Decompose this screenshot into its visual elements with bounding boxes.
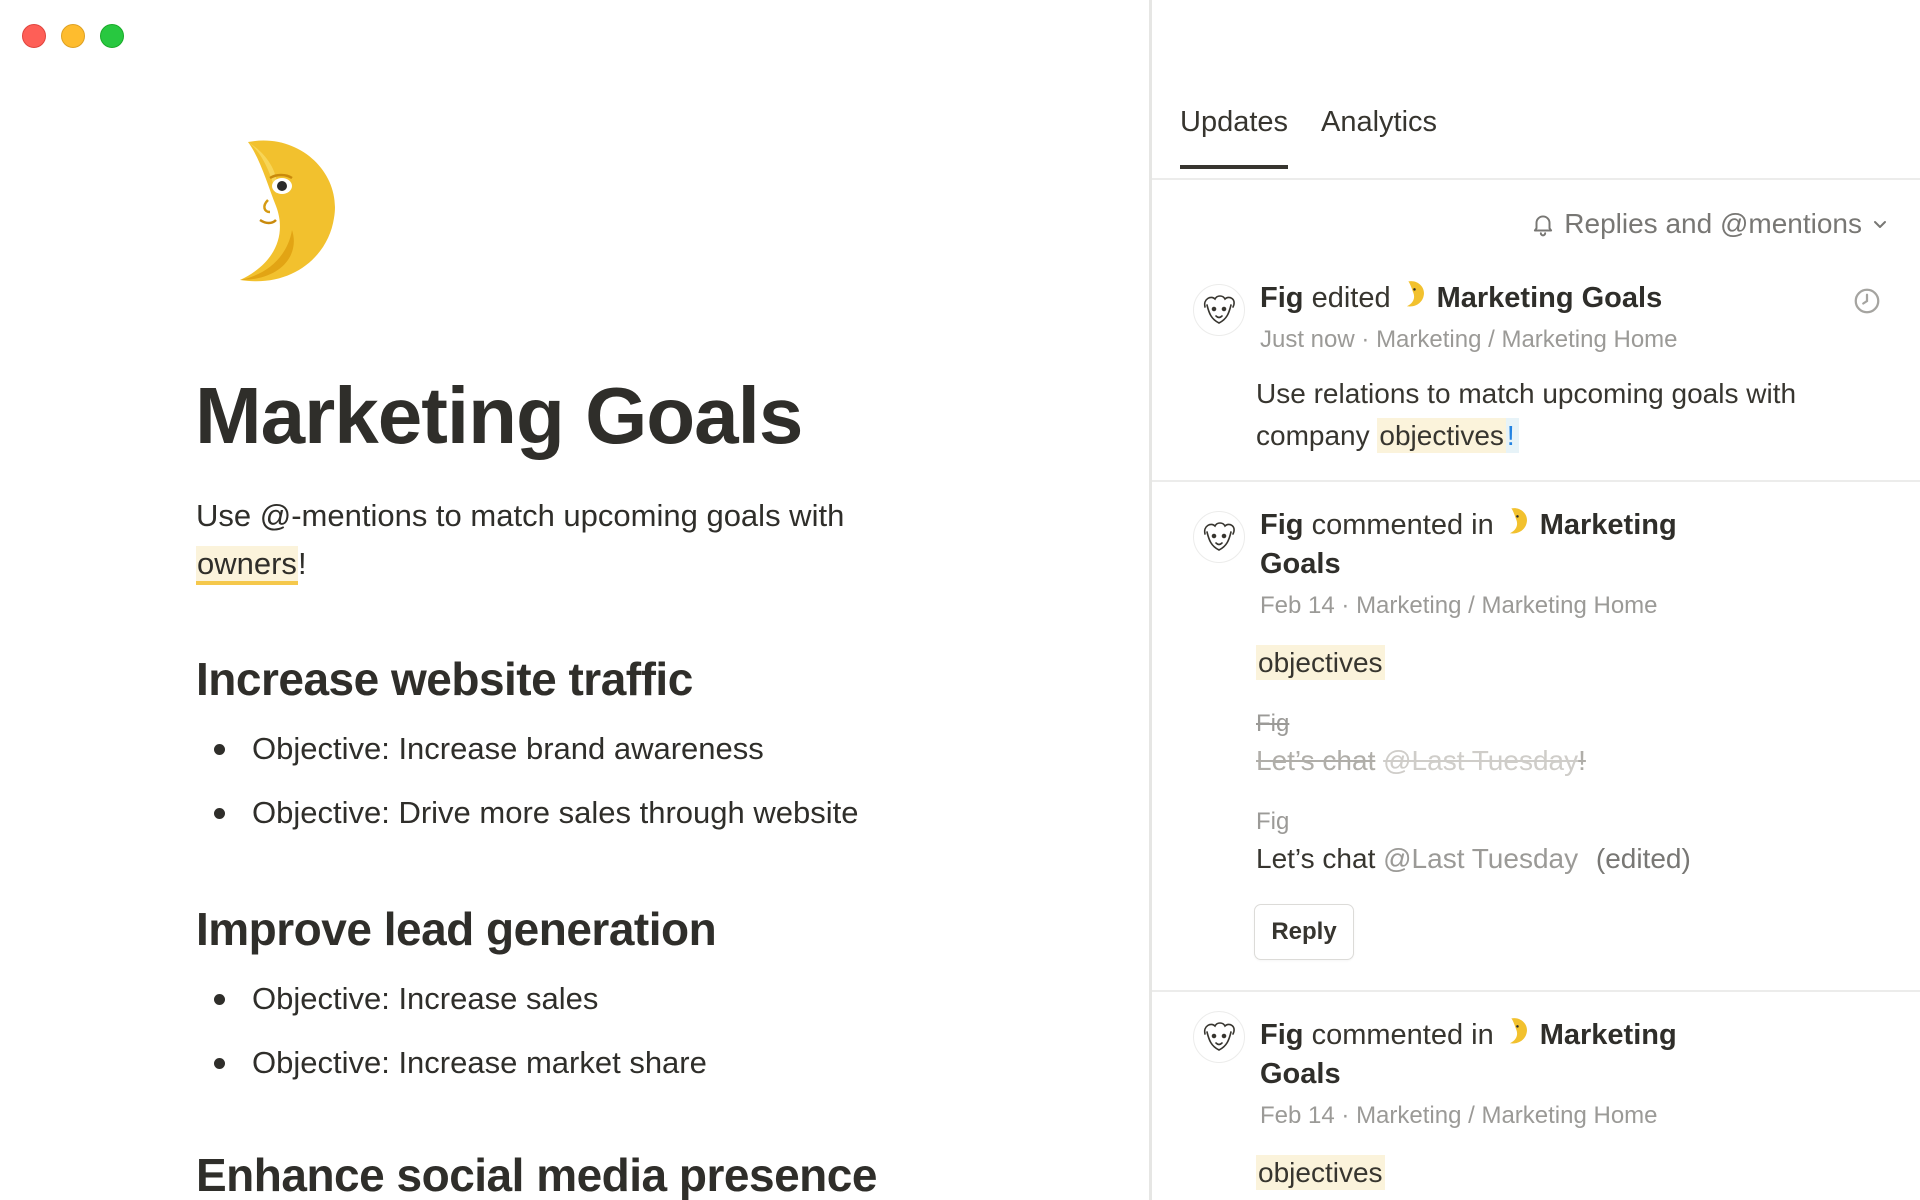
update-item[interactable]: Fig commented in Marketing Goals Feb 14 ·… <box>1152 482 1920 992</box>
bullet-list: Objective: Increase brand awareness Obje… <box>196 717 858 845</box>
avatar[interactable] <box>1193 284 1245 336</box>
breadcrumb-separator: / <box>1468 1102 1475 1129</box>
date-mention[interactable]: @Last Tuesday <box>1383 843 1578 874</box>
quoted-highlight[interactable]: objectives <box>1256 645 1385 680</box>
comment-author[interactable]: Fig <box>1256 808 1289 836</box>
breadcrumb-link[interactable]: Marketing Home <box>1481 592 1657 619</box>
update-action: commented in <box>1311 1019 1494 1051</box>
avatar[interactable] <box>1193 511 1245 563</box>
panel-tabs: Updates Analytics <box>1180 106 1437 169</box>
old-comment-end: ! <box>1578 745 1586 776</box>
intro-text: Use @-mentions to match upcoming goals w… <box>196 498 845 533</box>
page-content: Marketing Goals Use @-mentions to match … <box>0 0 1149 1200</box>
bullet-list: Objective: Increase sales Objective: Inc… <box>196 967 707 1095</box>
update-author[interactable]: Fig <box>1260 1019 1304 1051</box>
quoted-text: objectives <box>1256 642 1876 684</box>
page-title[interactable]: Marketing Goals <box>195 370 803 462</box>
bell-icon <box>1530 211 1556 237</box>
intro-end: ! <box>297 546 307 581</box>
avatar[interactable] <box>1193 1011 1245 1063</box>
update-body-highlight[interactable]: objectives <box>1377 418 1506 453</box>
old-comment-text: Let’s chat <box>1256 745 1376 776</box>
breadcrumb-separator: / <box>1488 326 1495 353</box>
reply-button[interactable]: Reply <box>1254 904 1354 960</box>
update-page-link[interactable]: Marketing <box>1540 509 1677 541</box>
update-body-text: Use relations to match upcoming goals wi… <box>1256 378 1797 451</box>
breadcrumb-separator: / <box>1468 592 1475 619</box>
clock-icon[interactable] <box>1852 286 1882 321</box>
crescent-moon-face-icon <box>1405 280 1425 318</box>
update-body-end: ! <box>1505 418 1519 453</box>
old-comment-author: Fig <box>1256 710 1290 737</box>
meta-separator: · <box>1361 326 1370 353</box>
update-page-link[interactable]: Marketing <box>1540 1019 1677 1051</box>
update-time: Feb 14 <box>1260 1102 1335 1129</box>
breadcrumb-link[interactable]: Marketing <box>1356 1102 1461 1129</box>
update-meta: Feb 14 · Marketing / Marketing Home <box>1260 592 1658 620</box>
update-action: commented in <box>1311 509 1494 541</box>
filter-label: Replies and @mentions <box>1564 208 1862 239</box>
updates-panel: Updates Analytics Replies and @mentions … <box>1152 0 1920 1200</box>
bullet-item[interactable]: Objective: Increase brand awareness <box>196 717 858 781</box>
tab-analytics[interactable]: Analytics <box>1321 106 1437 169</box>
old-comment-mention: @Last Tuesday <box>1383 745 1579 776</box>
breadcrumb-link[interactable]: Marketing Home <box>1481 1102 1657 1129</box>
update-page-link[interactable]: Marketing Goals <box>1437 282 1663 314</box>
quoted-text: objectives <box>1256 1152 1876 1194</box>
chevron-down-icon <box>1870 214 1890 234</box>
update-page-link[interactable]: Goals <box>1260 1058 1341 1090</box>
comment-body: Let’s chat @Last Tuesday (edited) <box>1256 838 1876 880</box>
update-meta: Just now · Marketing / Marketing Home <box>1260 326 1678 354</box>
update-headline: Fig commented in Marketing Goals <box>1260 1016 1720 1093</box>
crescent-moon-face-icon <box>1508 507 1528 545</box>
crescent-moon-face-icon[interactable] <box>230 134 340 290</box>
update-action: edited <box>1311 282 1391 314</box>
update-author[interactable]: Fig <box>1260 282 1304 314</box>
meta-separator: · <box>1341 1102 1350 1129</box>
bullet-item[interactable]: Objective: Increase market share <box>196 1031 707 1095</box>
update-body: Use relations to match upcoming goals wi… <box>1256 373 1876 457</box>
tabs-divider <box>1152 178 1920 180</box>
bullet-item[interactable]: Objective: Increase sales <box>196 967 707 1031</box>
update-time: Just now <box>1260 326 1355 353</box>
meta-separator: · <box>1341 592 1350 619</box>
section-heading[interactable]: Increase website traffic <box>196 652 693 706</box>
update-headline: Fig edited Marketing Goals <box>1260 279 1662 318</box>
update-meta: Feb 14 · Marketing / Marketing Home <box>1260 1102 1658 1130</box>
comment-text: Let’s chat <box>1256 843 1376 874</box>
update-item[interactable]: Fig edited Marketing Goals Just now · Mar… <box>1152 270 1920 482</box>
notification-filter-dropdown[interactable]: Replies and @mentions <box>1530 208 1890 240</box>
update-time: Feb 14 <box>1260 592 1335 619</box>
breadcrumb-link[interactable]: Marketing <box>1356 592 1461 619</box>
update-author[interactable]: Fig <box>1260 509 1304 541</box>
update-headline: Fig commented in Marketing Goals <box>1260 506 1720 583</box>
crescent-moon-face-icon <box>1508 1017 1528 1055</box>
quoted-highlight[interactable]: objectives <box>1256 1155 1385 1190</box>
edited-label: (edited) <box>1595 843 1691 874</box>
breadcrumb-link[interactable]: Marketing Home <box>1501 326 1677 353</box>
section-heading[interactable]: Improve lead generation <box>196 902 717 956</box>
section-heading[interactable]: Enhance social media presence <box>196 1148 877 1200</box>
bullet-item[interactable]: Objective: Drive more sales through webs… <box>196 781 858 845</box>
update-page-link[interactable]: Goals <box>1260 548 1341 580</box>
update-item[interactable]: Fig commented in Marketing Goals Feb 14 ·… <box>1152 992 1920 1200</box>
tab-updates[interactable]: Updates <box>1180 106 1289 169</box>
old-comment: Let’s chat @Last Tuesday! <box>1256 740 1876 782</box>
breadcrumb-link[interactable]: Marketing <box>1376 326 1481 353</box>
intro-highlight[interactable]: owners <box>196 546 298 585</box>
page-intro[interactable]: Use @-mentions to match upcoming goals w… <box>196 492 956 588</box>
